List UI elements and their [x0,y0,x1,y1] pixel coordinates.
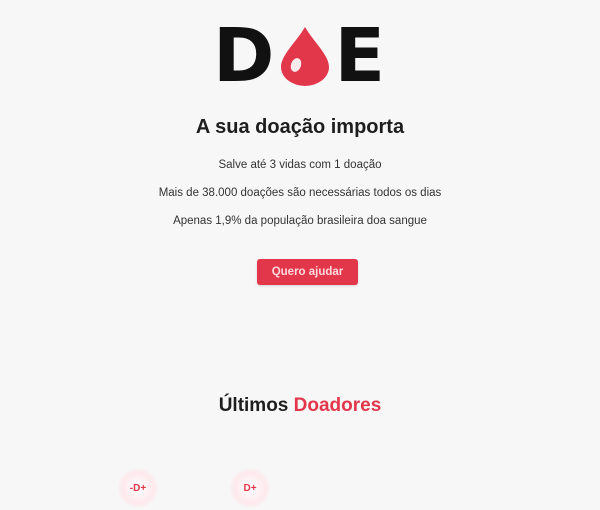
last-donors-title-prefix: Últimos [218,395,289,416]
fact-item: Salve até 3 vidas com 1 doação [218,159,382,171]
hero-title: A sua doação importa [195,116,405,138]
landing-page: D E A sua doação importa Salve até 3 vid… [0,0,600,510]
fact-item: Apenas 1,9% da população brasileira doa … [173,215,427,227]
logo: D E [0,13,600,99]
last-donors-title: Últimos Doadores [0,395,600,417]
last-donors-title-accent: Doadores [293,395,382,416]
want-to-help-button[interactable]: Quero ajudar [257,259,358,285]
donor-blood-type-badge[interactable]: D+ [230,468,270,508]
blood-drop-icon [281,27,330,86]
donor-blood-type-badge[interactable]: -D+ [118,468,158,508]
fact-item: Mais de 38.000 doações são necessárias t… [158,187,442,199]
logo-letter-e: E [334,13,387,99]
facts-list: Salve até 3 vidas com 1 doação Mais de 3… [0,157,600,241]
logo-letter-d: D [213,13,277,99]
